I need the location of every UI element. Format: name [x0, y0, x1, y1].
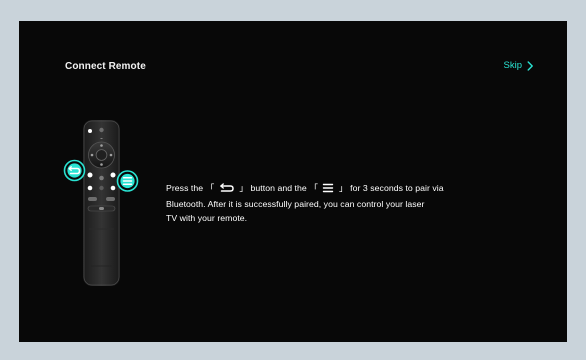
remote-control-icon — [63, 120, 139, 286]
back-arrow-icon — [219, 183, 235, 197]
pairing-instructions: Press the 「 」 button and the 「 」 for 3 s… — [166, 181, 486, 225]
remote-illustration — [60, 118, 145, 288]
menu-icon — [322, 183, 334, 197]
bracket-right-2: 」 — [338, 183, 348, 193]
page-title: Connect Remote — [65, 61, 146, 72]
bracket-left-2: 「 — [309, 183, 319, 193]
back-arrow-icon — [63, 159, 86, 182]
menu-icon — [116, 170, 139, 192]
skip-label: Skip — [503, 60, 522, 71]
tv-screen: Connect Remote Skip Press the 「 」 button… — [19, 21, 567, 342]
page: { "header": { "title": "Connect Remote",… — [0, 0, 586, 360]
instruction-text-2: button and the — [250, 183, 307, 193]
chevron-right-icon — [527, 61, 533, 71]
instruction-text-1: Press the — [166, 183, 204, 193]
bracket-right-1: 」 — [239, 183, 249, 193]
bracket-left-1: 「 — [205, 183, 215, 193]
skip-button[interactable]: Skip — [504, 59, 534, 73]
instruction-text-4: Bluetooth. After it is successfully pair… — [166, 199, 425, 209]
instruction-text-3: for 3 seconds to pair via — [350, 183, 444, 193]
instruction-text-5: TV with your remote. — [166, 213, 248, 223]
